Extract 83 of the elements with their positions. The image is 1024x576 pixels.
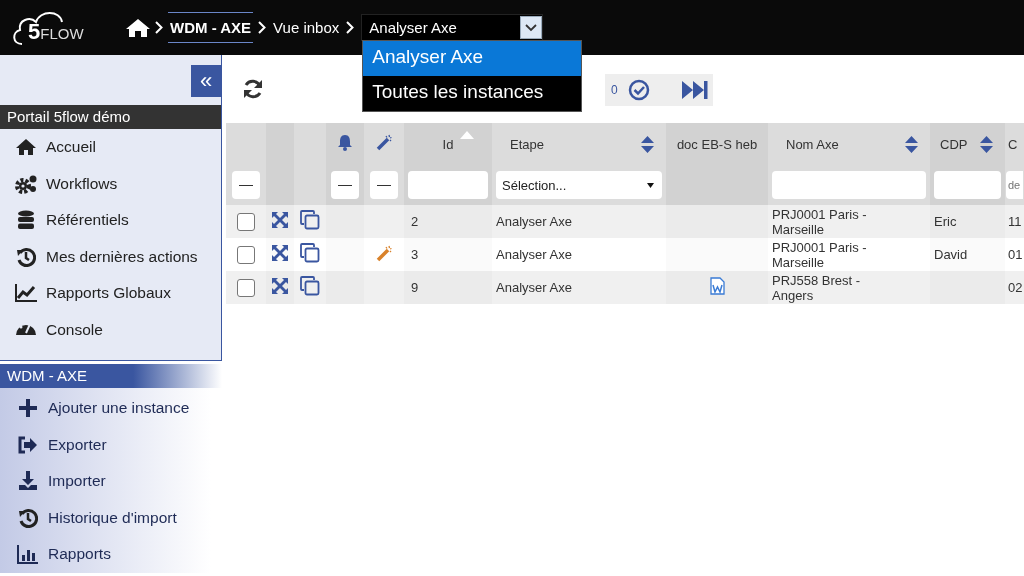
database-icon	[17, 210, 35, 231]
row-checkbox[interactable]	[237, 278, 255, 297]
table-cell: 02	[1008, 280, 1023, 295]
filter-select[interactable]: —	[370, 171, 398, 199]
sort-icon[interactable]	[905, 136, 918, 153]
expand-arrows-icon[interactable]	[271, 211, 289, 229]
menu-item[interactable]: Rapports	[0, 536, 222, 573]
copy-icon[interactable]	[300, 243, 320, 263]
table-cell: 01	[1008, 247, 1023, 262]
collapse-button[interactable]: «	[191, 65, 221, 97]
copy-icon[interactable]	[300, 210, 320, 230]
gauge-icon	[15, 323, 37, 336]
table-cell: Eric	[934, 214, 957, 229]
bar-chart-icon	[17, 544, 39, 565]
table-cell: Analyser Axe	[496, 280, 572, 295]
filter-field[interactable]	[408, 171, 488, 199]
history-icon	[16, 246, 36, 267]
chevron-right-icon	[155, 21, 163, 34]
filter-select[interactable]: —	[232, 171, 260, 199]
menu-item[interactable]: Ajouter une instance	[0, 390, 222, 427]
select-value: Analyser Axe	[368, 19, 458, 36]
menu-item[interactable]: Référentiels	[0, 202, 221, 239]
menu-item[interactable]: Rapports Globaux	[0, 275, 221, 312]
table-cell: Analyser Axe	[496, 247, 572, 262]
breadcrumb-link[interactable]: Vue inbox	[271, 12, 342, 43]
section-header: Portail 5flow démo	[0, 105, 221, 129]
menu-item[interactable]: Historique d'import	[0, 499, 222, 536]
download-icon	[18, 471, 38, 492]
column-header[interactable]: Nom Axe	[786, 136, 839, 152]
check-circle-icon[interactable]	[627, 78, 650, 101]
table-cell-text: PRJ558 Brest - Angers	[772, 272, 862, 303]
table-cell-text: PRJ0001 Paris - Marseille	[772, 206, 868, 237]
table-cell-text: PRJ0001 Paris - Marseille	[772, 239, 868, 270]
filter-field[interactable]	[772, 171, 926, 199]
logo-drawing: 5FLOW	[12, 7, 98, 48]
sort-icon[interactable]	[980, 136, 993, 153]
dropdown-option[interactable]: Analyser Axe	[363, 41, 582, 76]
magic-wand-icon	[375, 134, 393, 151]
column-header[interactable]: CDP	[940, 136, 968, 152]
row-checkbox[interactable]	[237, 212, 255, 231]
fast-forward-icon[interactable]	[681, 79, 708, 100]
filter-field[interactable]	[934, 171, 1001, 199]
row-checkbox[interactable]	[237, 245, 255, 264]
gears-icon	[14, 173, 38, 194]
breadcrumb-link[interactable]: WDM - AXE	[168, 12, 254, 43]
chevron-down-icon	[525, 23, 538, 32]
home-icon	[16, 138, 36, 157]
filter-field[interactable]: de	[1006, 171, 1023, 199]
copy-icon[interactable]	[300, 276, 320, 296]
filter-select[interactable]: —	[331, 171, 359, 199]
menu-item[interactable]: Workflows	[0, 165, 221, 202]
dropdown-option[interactable]: Toutes les instances	[363, 76, 582, 111]
menu-item[interactable]: Mes dernières actions	[0, 238, 221, 275]
menu-item[interactable]: Accueil	[0, 129, 221, 166]
caret-down-icon	[647, 182, 654, 188]
history-icon	[18, 507, 38, 528]
chevron-right-icon	[346, 21, 355, 34]
menu-item[interactable]: Importer	[0, 463, 222, 500]
section-header: WDM - AXE	[0, 364, 222, 388]
word-document-icon[interactable]	[709, 277, 725, 295]
counter-value: 0	[611, 82, 618, 97]
chevron-right-icon	[258, 21, 267, 34]
table-cell: Analyser Axe	[496, 214, 572, 229]
sort-icon[interactable]	[641, 136, 654, 153]
filter-select[interactable]: Sélection...	[496, 171, 662, 199]
line-chart-icon	[14, 283, 38, 304]
table-cell: 2	[411, 214, 419, 229]
table-cell: 11	[1008, 214, 1022, 229]
table-cell: 3	[411, 247, 419, 262]
menu-item[interactable]: Console	[0, 311, 221, 348]
table-cell: David	[934, 247, 968, 262]
menu-item[interactable]: Exporter	[0, 426, 222, 463]
home-icon[interactable]	[126, 17, 150, 38]
column-header[interactable]: Etape	[510, 136, 544, 152]
bell-icon	[337, 134, 353, 151]
magic-wand-icon	[375, 244, 393, 262]
table-cell: 9	[411, 280, 419, 295]
plus-icon	[19, 399, 37, 418]
expand-arrows-icon[interactable]	[271, 244, 289, 262]
column-header[interactable]: Id	[442, 136, 454, 152]
refresh-icon[interactable]	[242, 78, 264, 100]
export-icon	[18, 435, 38, 454]
expand-arrows-icon[interactable]	[271, 277, 289, 295]
